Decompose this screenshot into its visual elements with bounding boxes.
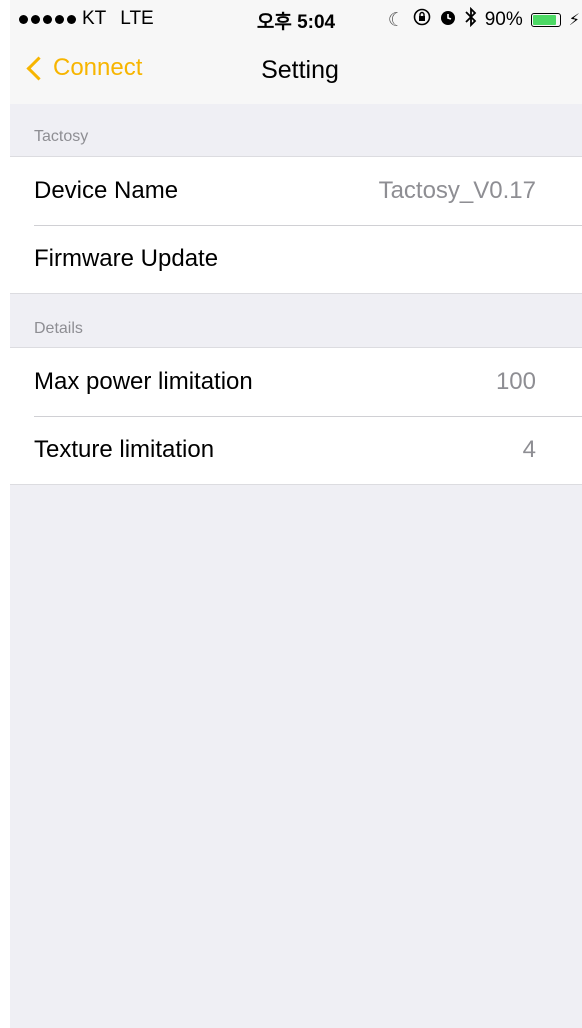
- texture-limitation-row[interactable]: Texture limitation 4: [10, 416, 582, 484]
- device-name-row[interactable]: Device Name Tactosy_V0.17: [10, 157, 582, 225]
- status-bar-right: ☾ 90% ⚡: [387, 6, 580, 33]
- device-name-value: Tactosy_V0.17: [378, 177, 536, 204]
- alarm-icon: [439, 8, 457, 32]
- page-title: Setting: [261, 56, 339, 84]
- device-name-label: Device Name: [34, 177, 179, 204]
- firmware-update-row[interactable]: Firmware Update: [10, 225, 582, 293]
- max-power-row[interactable]: Max power limitation 100: [10, 348, 582, 416]
- max-power-label: Max power limitation: [34, 368, 253, 395]
- navigation-bar: Connect Setting: [10, 34, 582, 104]
- section-header-tactosy: Tactosy: [34, 128, 89, 145]
- left-margin-strip: [0, 0, 10, 1028]
- battery-icon: [530, 13, 561, 27]
- firmware-update-label: Firmware Update: [34, 245, 219, 272]
- texture-limitation-label: Texture limitation: [34, 436, 215, 463]
- group-details: Max power limitation 100 Texture limitat…: [10, 347, 582, 485]
- moon-icon: ☾: [387, 9, 405, 31]
- section-header-details: Details: [34, 320, 83, 337]
- orientation-lock-icon: [413, 8, 431, 32]
- group-tactosy: Device Name Tactosy_V0.17 Firmware Updat…: [10, 156, 582, 294]
- status-bar: KT LTE 오후 5:04 ☾ 90% ⚡: [10, 0, 582, 34]
- settings-screen: KT LTE 오후 5:04 ☾ 90% ⚡ Connect Setting T…: [10, 0, 582, 1028]
- battery-fill: [532, 15, 556, 25]
- max-power-value: 100: [495, 368, 536, 395]
- charging-icon: ⚡: [568, 12, 580, 29]
- texture-limitation-value: 4: [522, 436, 536, 463]
- bluetooth-icon: [465, 6, 477, 33]
- battery-percentage: 90%: [484, 9, 523, 30]
